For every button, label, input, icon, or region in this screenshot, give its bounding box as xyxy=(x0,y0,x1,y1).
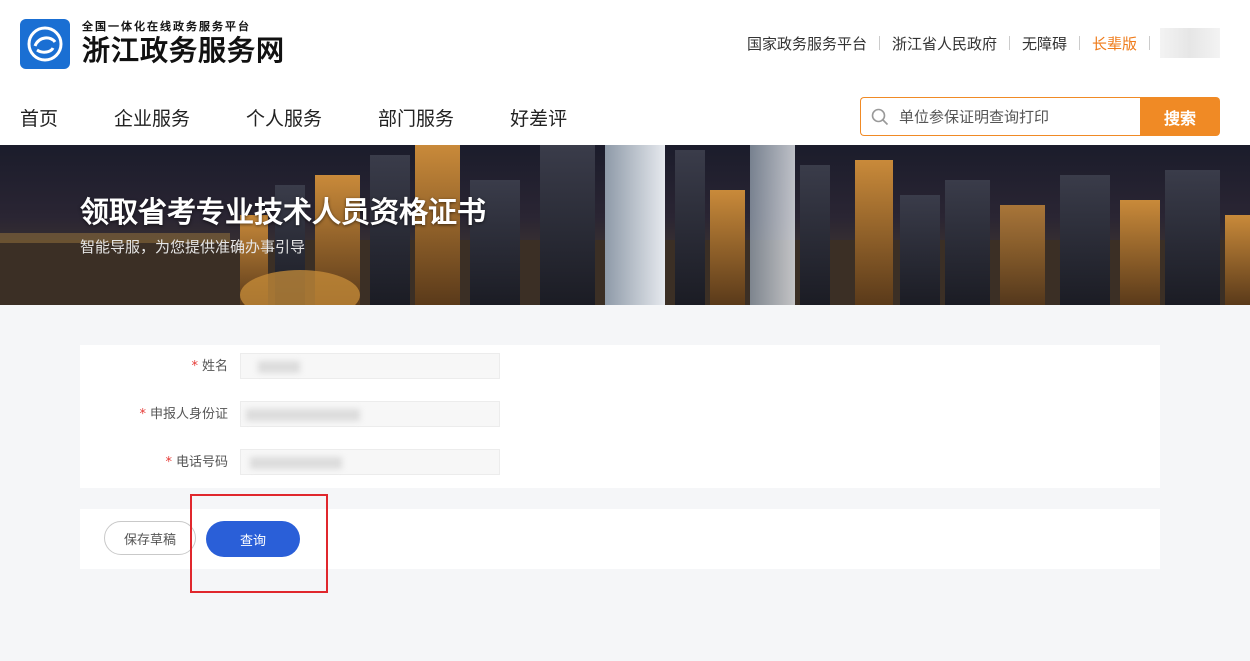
search-box[interactable] xyxy=(860,97,1140,136)
application-form: * 姓名 * 申报人身份证 * 电话号码 xyxy=(80,345,1160,488)
id-card-label-text: 申报人身份证 xyxy=(149,407,228,422)
name-label-text: 姓名 xyxy=(201,359,228,374)
query-button[interactable]: 查询 xyxy=(206,521,300,557)
redacted-value xyxy=(250,457,342,469)
form-row-name: * 姓名 xyxy=(80,353,1160,381)
site-header: 全国一体化在线政务服务平台 浙江政务服务网 国家政务服务平台 浙江省人民政府 无… xyxy=(0,0,1250,145)
top-links: 国家政务服务平台 浙江省人民政府 无障碍 长辈版 xyxy=(735,28,1220,58)
logo-icon xyxy=(20,19,70,69)
phone-label: * 电话号码 xyxy=(80,449,228,477)
search-input[interactable] xyxy=(897,106,1131,127)
search-bar: 搜索 xyxy=(860,97,1220,136)
site-logo[interactable]: 全国一体化在线政务服务平台 浙江政务服务网 xyxy=(20,19,285,69)
form-row-id-card: * 申报人身份证 xyxy=(80,401,1160,429)
search-button[interactable]: 搜索 xyxy=(1140,97,1220,136)
nav-personal-services[interactable]: 个人服务 xyxy=(246,104,322,131)
link-elder-mode[interactable]: 长辈版 xyxy=(1080,33,1149,54)
logo-title: 浙江政务服务网 xyxy=(82,34,286,67)
hero-banner: 领取省考专业技术人员资格证书 智能导服，为您提供准确办事引导 xyxy=(0,145,1250,305)
banner-title: 领取省考专业技术人员资格证书 xyxy=(80,195,487,229)
nav-reviews[interactable]: 好差评 xyxy=(510,104,567,131)
main-nav: 首页 企业服务 个人服务 部门服务 好差评 xyxy=(20,104,623,131)
id-card-label: * 申报人身份证 xyxy=(80,401,228,429)
form-row-phone: * 电话号码 xyxy=(80,449,1160,477)
divider xyxy=(1149,36,1150,50)
redacted-value xyxy=(258,361,300,373)
nav-department-services[interactable]: 部门服务 xyxy=(378,104,454,131)
required-mark: * xyxy=(191,359,198,374)
required-mark: * xyxy=(165,455,172,470)
link-national-platform[interactable]: 国家政务服务平台 xyxy=(735,33,879,54)
name-label: * 姓名 xyxy=(80,353,228,381)
user-avatar[interactable] xyxy=(1160,28,1220,58)
save-draft-button[interactable]: 保存草稿 xyxy=(104,521,196,555)
nav-enterprise-services[interactable]: 企业服务 xyxy=(114,104,190,131)
phone-label-text: 电话号码 xyxy=(175,455,228,470)
search-icon xyxy=(871,108,889,125)
logo-subtitle: 全国一体化在线政务服务平台 xyxy=(82,20,251,33)
link-provincial-government[interactable]: 浙江省人民政府 xyxy=(880,33,1009,54)
nav-home[interactable]: 首页 xyxy=(20,104,58,131)
required-mark: * xyxy=(139,407,146,422)
redacted-value xyxy=(246,409,360,421)
action-bar: 保存草稿 查询 xyxy=(80,509,1160,569)
link-accessibility[interactable]: 无障碍 xyxy=(1010,33,1079,54)
banner-subtitle: 智能导服，为您提供准确办事引导 xyxy=(80,238,306,256)
